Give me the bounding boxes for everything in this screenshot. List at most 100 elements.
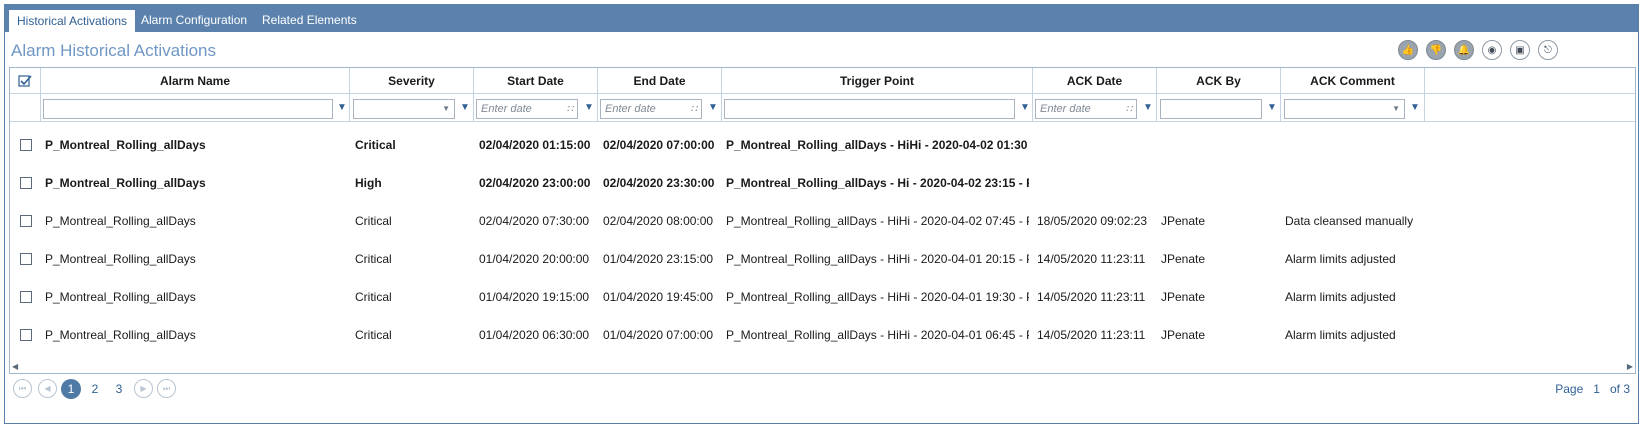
cell-start-date: 02/04/2020 23:00:00 [479, 176, 591, 190]
tab-related-elements[interactable]: Related Elements [254, 9, 365, 32]
calendar-icon[interactable]: ∷ [567, 101, 573, 119]
filter-icon[interactable]: ▼ [584, 103, 594, 113]
severity-filter-dropdown[interactable]: ▼ [353, 99, 455, 119]
column-header-severity[interactable]: Severity [350, 68, 474, 94]
alarm-name-filter-input[interactable] [43, 99, 333, 119]
cell-severity: Critical [355, 214, 392, 228]
filter-icon[interactable]: ▼ [1143, 103, 1153, 113]
tab-bar: Historical Activations Alarm Configurati… [5, 5, 1638, 32]
row-checkbox[interactable] [20, 215, 32, 227]
ack-comment-filter-dropdown[interactable]: ▼ [1284, 99, 1405, 119]
cell-ack-by [1161, 164, 1276, 202]
cell-ack-comment [1285, 126, 1430, 164]
thumbs-up-icon[interactable]: 👍 [1398, 40, 1418, 60]
bell-icon[interactable]: 🔔 [1454, 40, 1474, 60]
page-number-input[interactable]: 1 [1593, 382, 1600, 396]
window-icon[interactable]: ▣ [1510, 40, 1530, 60]
column-header-start-date[interactable]: Start Date [474, 68, 598, 94]
cell-end-date: 02/04/2020 07:00:00 [603, 138, 715, 152]
scroll-right-icon[interactable]: ▶ [1627, 362, 1633, 371]
page-2-button[interactable]: 2 [85, 379, 105, 399]
row-checkbox[interactable] [20, 329, 32, 341]
cell-ack-by: JPenate [1161, 328, 1206, 342]
cell-ack-date [1037, 126, 1152, 164]
filter-icon[interactable]: ▼ [1267, 103, 1277, 113]
page-1-button[interactable]: 1 [61, 379, 81, 399]
cell-trigger-point: P_Montreal_Rolling_allDays - HiHi - 2020… [726, 214, 1029, 228]
column-header-end-date[interactable]: End Date [598, 68, 722, 94]
cell-alarm-name: P_Montreal_Rolling_allDays [45, 138, 206, 152]
table-row[interactable]: P_Montreal_Rolling_allDays High 02/04/2020… [10, 164, 1432, 202]
scroll-left-icon[interactable]: ◀ [12, 362, 18, 371]
ack-date-filter-input[interactable]: Enter date ∷ [1035, 99, 1137, 119]
column-header-trigger-point[interactable]: Trigger Point [722, 68, 1033, 94]
tab-historical-activations[interactable]: Historical Activations [8, 9, 137, 32]
table-row[interactable]: P_Montreal_Rolling_allDays Critical 02/04/… [10, 202, 1432, 240]
row-checkbox[interactable] [20, 253, 32, 265]
cell-alarm-name: P_Montreal_Rolling_allDays [45, 176, 206, 190]
filter-icon[interactable]: ▼ [1410, 103, 1420, 113]
filter-row: ▼ ▼ ▼ Enter date ∷ ▼ Enter date ∷ ▼ ▼ Ente… [10, 94, 1635, 122]
fill-color-icon[interactable]: ◉ [1482, 40, 1502, 60]
column-header-ack-comment[interactable]: ACK Comment [1281, 68, 1425, 94]
end-date-filter-input[interactable]: Enter date ∷ [600, 99, 702, 119]
table-row[interactable]: P_Montreal_Rolling_allDays Critical 02/04/… [10, 126, 1432, 164]
panel-title: Alarm Historical Activations [11, 41, 217, 60]
cell-trigger-point: P_Montreal_Rolling_allDays - HiHi - 2020… [726, 290, 1029, 304]
cell-severity: Critical [355, 138, 396, 152]
cell-ack-by [1161, 126, 1276, 164]
previous-page-button[interactable]: ◀ [38, 379, 57, 398]
page-info: Page 1 of 3 [1555, 382, 1630, 396]
filter-icon[interactable]: ▼ [337, 103, 347, 113]
row-checkbox[interactable] [20, 291, 32, 303]
cell-severity: Critical [355, 328, 392, 342]
chevron-down-icon: ▼ [442, 104, 450, 113]
cell-ack-date: 14/05/2020 11:23:11 [1037, 328, 1146, 342]
cell-ack-comment: Alarm limits adjusted [1285, 290, 1396, 304]
next-page-button[interactable]: ▶ [134, 379, 153, 398]
row-checkbox[interactable] [20, 139, 32, 151]
column-header-ack-by[interactable]: ACK By [1157, 68, 1281, 94]
cell-start-date: 01/04/2020 06:30:00 [479, 328, 590, 342]
cell-end-date: 02/04/2020 23:30:00 [603, 176, 715, 190]
cell-alarm-name: P_Montreal_Rolling_allDays [45, 328, 196, 342]
cell-severity: Critical [355, 252, 392, 266]
cell-trigger-point: P_Montreal_Rolling_allDays - Hi - 2020-0… [726, 176, 1029, 190]
cell-end-date: 01/04/2020 23:15:00 [603, 252, 714, 266]
first-page-button[interactable]: ⏮ [13, 379, 32, 398]
cell-end-date: 01/04/2020 07:00:00 [603, 328, 714, 342]
cell-start-date: 01/04/2020 19:15:00 [479, 290, 590, 304]
calendar-icon[interactable]: ∷ [691, 101, 697, 119]
cell-alarm-name: P_Montreal_Rolling_allDays [45, 290, 196, 304]
page-3-button[interactable]: 3 [109, 379, 129, 399]
pager: ⏮ ◀ 1 2 3 ▶ ⏭ Page 1 of 3 [9, 376, 1636, 402]
table-row[interactable]: P_Montreal_Rolling_allDays Critical 01/04/… [10, 316, 1432, 354]
last-page-button[interactable]: ⏭ [157, 379, 176, 398]
calendar-icon[interactable]: ∷ [1126, 101, 1132, 119]
select-all-checkbox[interactable] [10, 68, 41, 94]
alarm-grid: Alarm Name Severity Start Date End Date … [9, 67, 1636, 374]
table-row[interactable]: P_Montreal_Rolling_allDays Critical 01/04/… [10, 240, 1432, 278]
cell-severity: High [355, 176, 382, 190]
ack-by-filter-input[interactable] [1160, 99, 1262, 119]
trigger-point-filter-input[interactable] [724, 99, 1015, 119]
cell-start-date: 01/04/2020 20:00:00 [479, 252, 590, 266]
cell-ack-date [1037, 164, 1152, 202]
filter-icon[interactable]: ▼ [460, 103, 470, 113]
cell-ack-by: JPenate [1161, 214, 1206, 228]
filter-icon[interactable]: ▼ [708, 103, 718, 113]
cell-ack-comment: Data cleansed manually [1285, 214, 1414, 228]
column-header-ack-date[interactable]: ACK Date [1033, 68, 1157, 94]
row-checkbox[interactable] [20, 177, 32, 189]
filter-icon[interactable]: ▼ [1020, 103, 1030, 113]
start-date-filter-input[interactable]: Enter date ∷ [476, 99, 578, 119]
tab-alarm-configuration[interactable]: Alarm Configuration [133, 9, 255, 32]
column-header-alarm-name[interactable]: Alarm Name [41, 68, 350, 94]
tag-icon[interactable]: ⎋ [1538, 40, 1558, 60]
cell-alarm-name: P_Montreal_Rolling_allDays [45, 214, 196, 228]
horizontal-scrollbar[interactable]: ◀ ▶ [10, 362, 1635, 373]
cell-ack-date: 18/05/2020 09:02:23 [1037, 214, 1148, 228]
cell-ack-by: JPenate [1161, 252, 1206, 266]
table-row[interactable]: P_Montreal_Rolling_allDays Critical 01/04/… [10, 278, 1432, 316]
thumbs-down-icon[interactable]: 👎 [1426, 40, 1446, 60]
